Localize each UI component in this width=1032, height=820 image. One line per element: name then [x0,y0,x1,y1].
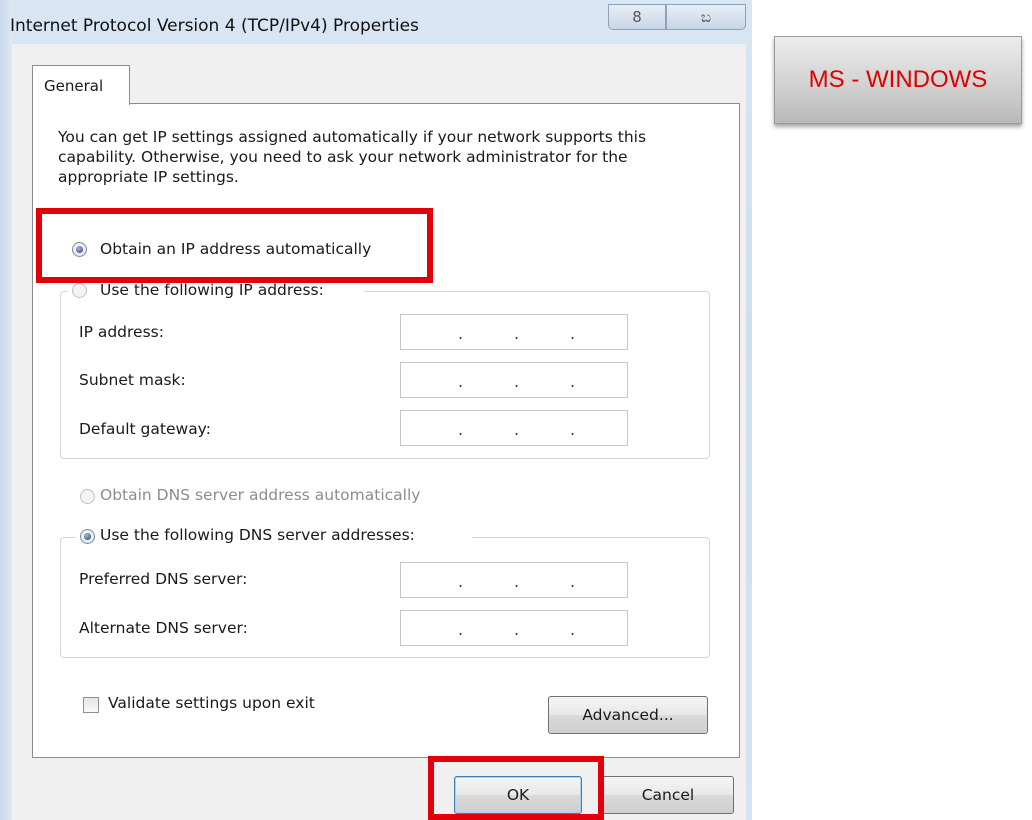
subnet-mask-input[interactable]: ... [400,362,628,398]
validate-settings-checkbox[interactable] [83,697,99,713]
use-following-ip-label[interactable]: Use the following IP address: [100,281,324,299]
use-following-dns-label[interactable]: Use the following DNS server addresses: [100,526,415,544]
alternate-dns-label: Alternate DNS server: [79,619,248,637]
ms-windows-label: MS - WINDOWS [774,36,1022,124]
preferred-dns-label: Preferred DNS server: [79,570,248,588]
highlight-ok-button [428,756,604,820]
obtain-dns-auto-label[interactable]: Obtain DNS server address automatically [100,486,420,504]
preferred-dns-input[interactable]: ... [400,562,628,598]
window-title: Internet Protocol Version 4 (TCP/IPv4) P… [10,16,419,36]
ip-address-input[interactable]: ... [400,314,628,350]
validate-settings-label[interactable]: Validate settings upon exit [108,694,315,712]
close-button[interactable]: ಬ [666,4,746,30]
tab-general[interactable]: General [32,65,130,105]
highlight-obtain-ip [36,208,433,283]
help-icon: 8 [632,8,642,26]
use-following-dns-radio[interactable] [80,529,95,544]
help-button[interactable]: 8 [608,4,666,30]
default-gateway-label: Default gateway: [79,420,211,438]
advanced-button[interactable]: Advanced... [548,696,708,734]
cancel-button[interactable]: Cancel [602,776,734,814]
ip-address-label: IP address: [79,323,164,341]
description-text: You can get IP settings assigned automat… [58,128,647,186]
close-icon: ಬ [700,8,712,26]
alternate-dns-input[interactable]: ... [400,610,628,646]
default-gateway-input[interactable]: ... [400,410,628,446]
obtain-dns-auto-radio[interactable] [80,489,95,504]
use-following-ip-radio[interactable] [72,283,87,298]
window-frame-left [0,0,12,820]
subnet-mask-label: Subnet mask: [79,371,186,389]
